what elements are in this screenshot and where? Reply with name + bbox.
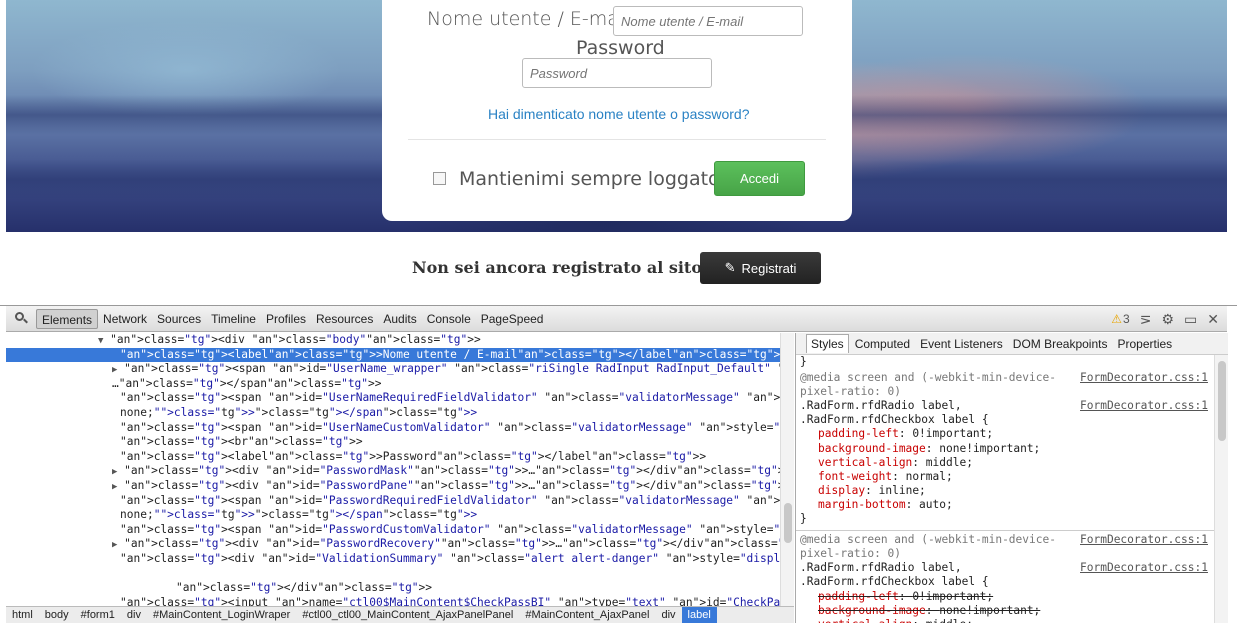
password-input[interactable] xyxy=(522,58,712,88)
styles-sidebar-tabs: Styles Computed Event Listeners DOM Breakpo… xyxy=(796,333,1228,355)
css-declaration[interactable]: vertical-align: middle; xyxy=(800,618,1210,623)
dom-node[interactable]: "an">class="tg"><span "an">id="PasswordR… xyxy=(6,494,780,509)
dom-node[interactable]: "an">class="tg"><span "an">id="PasswordC… xyxy=(6,523,780,538)
css-declaration[interactable]: vertical-align: middle; xyxy=(800,456,1210,470)
dom-node[interactable]: "an">class="tg"><label"an">class="tg">>P… xyxy=(6,450,780,465)
devtools-tab-elements[interactable]: Elements xyxy=(36,309,99,329)
close-icon[interactable]: ✕ xyxy=(1207,311,1219,328)
stylesheet-source-link[interactable]: FormDecorator.css:1 xyxy=(1080,561,1208,575)
register-button-label: Registrati xyxy=(741,260,797,276)
dock-icon[interactable]: ▭ xyxy=(1184,311,1197,328)
forgot-password-link[interactable]: Hai dimenticato nome utente o password? xyxy=(488,106,749,122)
dom-node[interactable]: "an">class="tg"></div"an">class="tg">> xyxy=(6,581,780,596)
dom-node[interactable]: ▶ "an">class="tg"><div "an">id="Password… xyxy=(6,479,780,494)
style-rule[interactable]: @media screen and (-webkit-min-device- Fo… xyxy=(796,531,1214,623)
styles-sidebar: Styles Computed Event Listeners DOM Breakpo… xyxy=(795,333,1228,623)
dom-node[interactable]: …"an">class="tg"></span"an">class="tg">> xyxy=(6,377,780,392)
dom-node[interactable]: ▼ "an">class="tg"><div "an">class="body"… xyxy=(6,333,780,348)
warning-icon: ⚠ xyxy=(1111,312,1123,326)
dom-tree-scrollbar[interactable] xyxy=(780,333,794,606)
styles-scrollbar[interactable] xyxy=(1214,355,1228,623)
breadcrumb-item[interactable]: #ctl00_ctl00_MainContent_AjaxPanelPanel xyxy=(296,607,519,623)
styles-tab-dom-breakpoints[interactable]: DOM Breakpoints xyxy=(1009,335,1112,353)
inspect-search-icon[interactable] xyxy=(15,312,28,324)
devtools-tab-timeline[interactable]: Timeline xyxy=(206,309,261,329)
breadcrumb-item[interactable]: #MainContent_LoginWraper xyxy=(147,607,296,623)
register-button[interactable]: ✎ Registrati xyxy=(700,252,821,284)
web-page: Nome utente / E-mail Password Hai diment… xyxy=(0,0,1237,305)
breadcrumb-item[interactable]: #MainContent_AjaxPanel xyxy=(519,607,655,623)
css-declaration[interactable]: padding-left: 0!important; xyxy=(800,427,1210,441)
dom-node[interactable]: "an">class="tg"><span "an">id="UserNameR… xyxy=(6,391,780,406)
username-input[interactable] xyxy=(613,6,803,36)
settings-gear-icon[interactable]: ⚙ xyxy=(1161,311,1174,328)
dom-tree[interactable]: ▼ "an">class="tg"><div "an">class="body"… xyxy=(6,333,780,606)
dom-node[interactable]: ▶ "an">class="tg"><span "an">id="UserNam… xyxy=(6,362,780,377)
dom-node-selected[interactable]: "an">class="tg"><label"an">class="tg">>N… xyxy=(6,347,780,363)
css-declaration[interactable]: margin-bottom: auto; xyxy=(800,498,1210,512)
css-declaration[interactable]: background-image: none!important; xyxy=(800,604,1210,618)
styles-tab-styles[interactable]: Styles xyxy=(806,334,849,353)
breadcrumb-item[interactable]: div xyxy=(655,607,681,623)
css-declaration[interactable]: font-weight: normal; xyxy=(800,470,1210,484)
dom-node[interactable]: ▶ "an">class="tg"><div "an">id="Password… xyxy=(6,537,780,552)
dom-node[interactable]: none;"">class="tg">>">class="tg"></span"… xyxy=(6,508,780,523)
stylesheet-source-link[interactable]: FormDecorator.css:1 xyxy=(1080,399,1208,413)
stylesheet-source-link[interactable]: FormDecorator.css:1 xyxy=(1080,533,1208,547)
remember-me-label[interactable]: Mantienimi sempre loggato xyxy=(459,168,720,190)
devtools-panel: Elements Network Sources Timeline Profiles Re… xyxy=(0,305,1237,623)
devtools-tab-pagespeed[interactable]: PageSpeed xyxy=(476,309,549,329)
devtools-tab-network[interactable]: Network xyxy=(98,309,152,329)
devtools-tab-console[interactable]: Console xyxy=(422,309,476,329)
element-breadcrumb: html body #form1 div #MainContent_LoginWrape… xyxy=(6,606,794,623)
login-card: Nome utente / E-mail Password Hai diment… xyxy=(382,0,852,221)
pencil-icon: ✎ xyxy=(724,260,736,275)
styles-tab-properties[interactable]: Properties xyxy=(1113,335,1176,353)
styles-tab-computed[interactable]: Computed xyxy=(851,335,914,353)
password-label: Password xyxy=(576,37,665,59)
breadcrumb-item[interactable]: #form1 xyxy=(75,607,121,623)
devtools-toolbar: Elements Network Sources Timeline Profiles Re… xyxy=(6,306,1227,332)
css-declaration[interactable]: display: inline; xyxy=(800,484,1210,498)
login-button[interactable]: Accedi xyxy=(714,161,805,196)
devtools-toolbar-actions: ⚠ 3 ⋝ ⚙ ▭ ✕ xyxy=(1111,306,1219,332)
style-rules: } @media screen and (-webkit-min-device- F… xyxy=(796,355,1214,623)
dom-node[interactable]: none;"">class="tg">>">class="tg"></span"… xyxy=(6,406,780,421)
breadcrumb-item[interactable]: div xyxy=(121,607,147,623)
styles-tab-event-listeners[interactable]: Event Listeners xyxy=(916,335,1007,353)
warnings-counter[interactable]: ⚠ 3 xyxy=(1111,312,1129,326)
console-drawer-icon[interactable]: ⋝ xyxy=(1140,311,1152,328)
breadcrumb-item[interactable]: body xyxy=(39,607,75,623)
devtools-tab-profiles[interactable]: Profiles xyxy=(261,309,311,329)
dom-node[interactable]: "an">class="tg"><br"an">class="tg">> xyxy=(6,435,780,450)
stylesheet-source-link[interactable]: FormDecorator.css:1 xyxy=(1080,371,1208,385)
dom-node[interactable]: "an">class="tg"><span "an">id="UserNameC… xyxy=(6,421,780,436)
warning-count: 3 xyxy=(1123,312,1130,326)
style-rule[interactable]: @media screen and (-webkit-min-device- Fo… xyxy=(796,369,1214,532)
css-declaration[interactable]: background-image: none!important; xyxy=(800,442,1210,456)
dom-node[interactable]: "an">class="tg"><input "an">name="ctl00$… xyxy=(6,596,780,606)
devtools-tab-resources[interactable]: Resources xyxy=(311,309,378,329)
dom-node[interactable]: "an">class="tg"><div "an">id="Validation… xyxy=(6,552,780,567)
remember-me-checkbox[interactable] xyxy=(433,172,446,185)
breadcrumb-item[interactable]: html xyxy=(6,607,39,623)
devtools-tab-sources[interactable]: Sources xyxy=(152,309,206,329)
username-label: Nome utente / E-mail xyxy=(427,8,630,30)
devtools-tabs: Elements Network Sources Timeline Profiles Re… xyxy=(36,306,548,332)
breadcrumb-item[interactable]: label xyxy=(681,606,717,623)
dom-node[interactable]: ▶ "an">class="tg"><div "an">id="Password… xyxy=(6,464,780,479)
dom-node[interactable] xyxy=(6,567,780,582)
devtools-tab-audits[interactable]: Audits xyxy=(378,309,421,329)
css-declaration[interactable]: padding-left: 0!important; xyxy=(800,590,1210,604)
register-prompt: Non sei ancora registrato al sito? xyxy=(412,258,712,277)
divider xyxy=(408,139,826,140)
